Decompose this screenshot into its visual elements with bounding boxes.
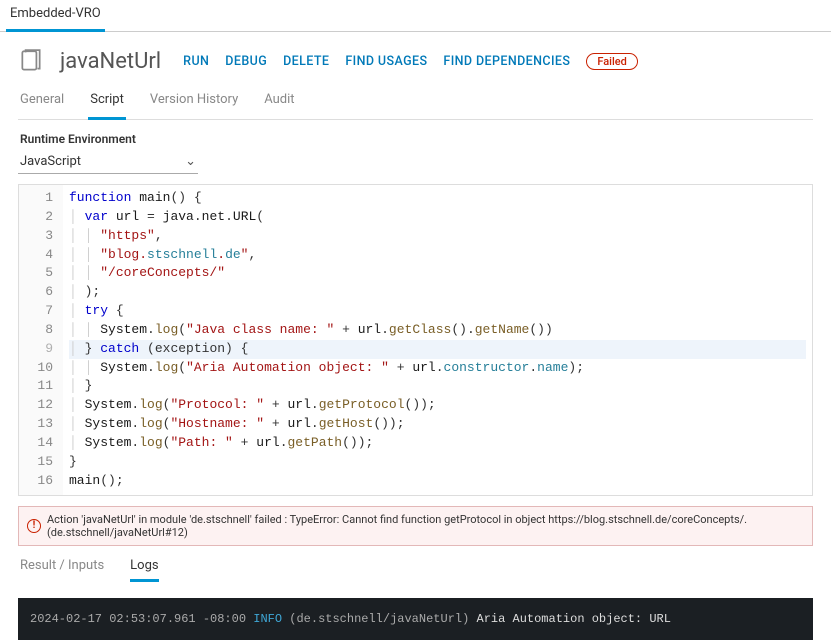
run-button[interactable]: RUN bbox=[183, 54, 209, 69]
code-line[interactable]: │ System.log("Path: " + url.getPath()); bbox=[69, 434, 806, 453]
error-text: Action 'javaNetUrl' in module 'de.stschn… bbox=[47, 513, 804, 539]
code-line[interactable]: function main() { bbox=[69, 189, 806, 208]
find-dependencies-button[interactable]: FIND DEPENDENCIES bbox=[443, 54, 570, 69]
find-usages-button[interactable]: FIND USAGES bbox=[345, 54, 427, 69]
tab-general[interactable]: General bbox=[18, 88, 66, 120]
status-badge: Failed bbox=[586, 53, 638, 70]
code-line[interactable]: main(); bbox=[69, 472, 806, 491]
code-line[interactable]: │ } bbox=[69, 377, 806, 396]
error-icon: ! bbox=[27, 519, 41, 533]
runtime-select[interactable]: JavaScript ⌄ bbox=[18, 150, 198, 174]
top-tab-embedded-vro[interactable]: Embedded-VRO bbox=[6, 0, 105, 32]
code-line[interactable]: │ System.log("Hostname: " + url.getHost(… bbox=[69, 415, 806, 434]
code-line[interactable]: │ │ System.log("Aria Automation object: … bbox=[69, 359, 806, 378]
tab-audit[interactable]: Audit bbox=[262, 88, 296, 120]
code-line[interactable]: │ } catch (exception) { bbox=[69, 340, 806, 359]
tab-logs[interactable]: Logs bbox=[130, 558, 158, 582]
code-line[interactable]: } bbox=[69, 453, 806, 472]
tab-version-history[interactable]: Version History bbox=[148, 88, 240, 120]
code-line[interactable]: │ │ "https", bbox=[69, 227, 806, 246]
runtime-label: Runtime Environment bbox=[18, 132, 813, 150]
chevron-down-icon: ⌄ bbox=[185, 154, 196, 169]
code-line[interactable]: │ │ "blog.stschnell.de", bbox=[69, 246, 806, 265]
runtime-value: JavaScript bbox=[20, 154, 81, 169]
code-line[interactable]: │ var url = java.net.URL( bbox=[69, 208, 806, 227]
delete-button[interactable]: DELETE bbox=[283, 54, 329, 69]
page-title: javaNetUrl bbox=[60, 49, 161, 74]
debug-button[interactable]: DEBUG bbox=[225, 54, 267, 69]
tab-result-inputs[interactable]: Result / Inputs bbox=[20, 558, 104, 582]
code-line[interactable]: │ │ "/coreConcepts/" bbox=[69, 264, 806, 283]
code-line[interactable]: │ try { bbox=[69, 302, 806, 321]
tab-script[interactable]: Script bbox=[88, 88, 126, 120]
log-output: 2024-02-17 02:53:07.961 -08:00 INFO (de.… bbox=[18, 598, 813, 640]
code-line[interactable]: │ ); bbox=[69, 283, 806, 302]
code-editor[interactable]: 12345678910111213141516 function main() … bbox=[18, 184, 813, 496]
code-line[interactable]: │ System.log("Protocol: " + url.getProto… bbox=[69, 396, 806, 415]
code-line[interactable]: │ │ System.log("Java class name: " + url… bbox=[69, 321, 806, 340]
error-banner: ! Action 'javaNetUrl' in module 'de.stsc… bbox=[18, 506, 813, 546]
action-icon bbox=[18, 48, 44, 74]
